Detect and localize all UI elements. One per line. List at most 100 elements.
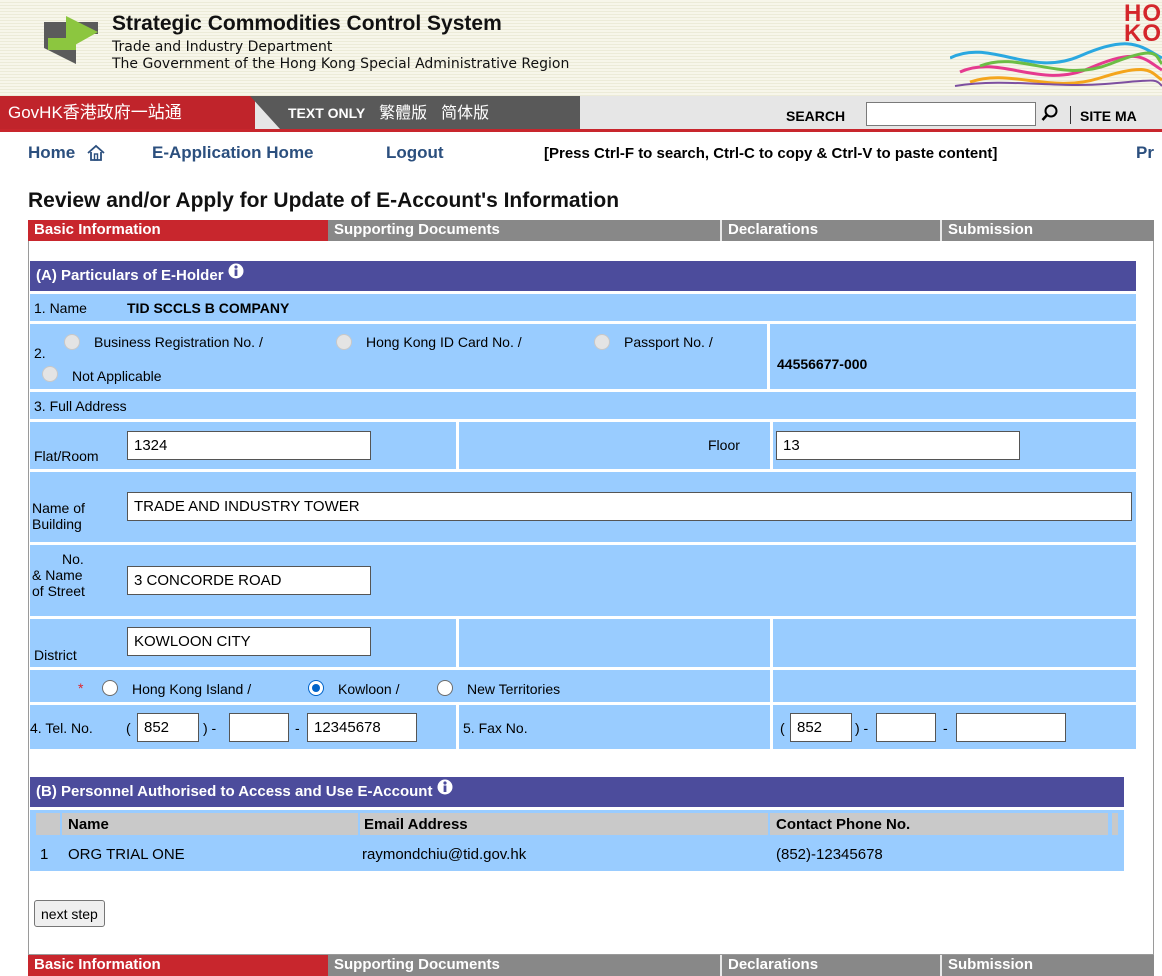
address-header-row [30, 392, 1136, 419]
step-submission[interactable]: Submission [942, 220, 1154, 241]
tel-number-input[interactable] [307, 713, 417, 742]
toolbar-divider [1070, 106, 1071, 124]
fax-paren-open: ( [780, 720, 785, 736]
text-only-link[interactable]: TEXT ONLY [288, 105, 365, 121]
section-a-header: (A) Particulars of E-Holder [30, 261, 1136, 291]
section-b-title: (B) Personnel Authorised to Access and U… [36, 783, 433, 800]
fax-paren-close: ) - [855, 720, 869, 736]
language-links: TEXT ONLY 繁體版 简体版 [288, 96, 499, 129]
column-header-phone: Contact Phone No. [776, 816, 911, 833]
section-b-header: (B) Personnel Authorised to Access and U… [30, 777, 1124, 807]
radio-hong-kong-island[interactable] [102, 680, 118, 696]
street-label-line-2: & Name [32, 567, 83, 583]
personnel-phone: (852)-12345678 [776, 846, 883, 863]
tel-paren-close: ) - [203, 720, 217, 736]
brand-waves-icon [950, 42, 1162, 87]
radio-new-territories[interactable] [437, 680, 453, 696]
district-empty-cell [459, 619, 770, 667]
id-label: 2. [34, 345, 46, 361]
home-link[interactable]: Home [28, 143, 75, 163]
radio-passport[interactable] [594, 334, 610, 350]
option-business-registration: Business Registration No. / [94, 334, 263, 350]
government-name: The Government of the Hong Kong Special … [112, 56, 570, 72]
fax-area-code-input[interactable] [876, 713, 936, 742]
district-input[interactable] [127, 627, 371, 656]
info-icon[interactable] [437, 779, 453, 795]
keyboard-hint: [Press Ctrl-F to search, Ctrl-C to copy … [544, 145, 998, 162]
top-navigation: Home E-Application Home Logout [Press Ct… [0, 143, 1162, 167]
step-tabs-top: Basic Information Supporting Documents D… [28, 220, 1154, 241]
fax-number-input[interactable] [956, 713, 1066, 742]
district-empty-cell-2 [773, 619, 1136, 667]
column-resize-handle[interactable] [1112, 813, 1118, 835]
e-application-home-link[interactable]: E-Application Home [152, 143, 314, 163]
site-banner: Strategic Commodities Control System Tra… [0, 0, 1162, 96]
region-empty-cell [773, 670, 1136, 702]
full-address-label: 3. Full Address [34, 398, 127, 414]
info-icon[interactable] [228, 263, 244, 279]
section-a-title: (A) Particulars of E-Holder [36, 267, 224, 284]
step-submission[interactable]: Submission [942, 955, 1154, 976]
tel-country-code-input[interactable] [137, 713, 199, 742]
radio-hong-kong-id[interactable] [336, 334, 352, 350]
column-header-email: Email Address [364, 816, 468, 833]
flat-room-input[interactable] [127, 431, 371, 460]
traditional-chinese-link[interactable]: 繁體版 [379, 103, 427, 122]
building-name-input[interactable] [127, 492, 1132, 521]
site-map-link[interactable]: SITE MA [1080, 96, 1137, 136]
tel-paren-open: ( [126, 720, 131, 736]
print-link[interactable]: Pr [1136, 143, 1154, 163]
govhk-toolbar: GovHK香港政府一站通 TEXT ONLY 繁體版 简体版 SEARCH SI… [0, 96, 1162, 132]
street-label: No. & Name of Street [32, 551, 85, 599]
govhk-link[interactable]: GovHK香港政府一站通 [0, 96, 255, 129]
department-name: Trade and Industry Department [112, 39, 333, 55]
street-label-line-3: of Street [32, 583, 85, 599]
step-basic-information[interactable]: Basic Information [28, 955, 328, 976]
step-basic-information[interactable]: Basic Information [28, 220, 328, 241]
logout-link[interactable]: Logout [386, 143, 444, 163]
govhk-label: GovHK [8, 103, 63, 122]
step-tabs-bottom: Basic Information Supporting Documents D… [28, 955, 1154, 976]
option-not-applicable: Not Applicable [72, 368, 162, 384]
simplified-chinese-link[interactable]: 简体版 [441, 103, 489, 122]
step-declarations[interactable]: Declarations [722, 955, 940, 976]
tel-area-code-input[interactable] [229, 713, 289, 742]
system-title: Strategic Commodities Control System [112, 12, 502, 35]
floor-input[interactable] [776, 431, 1020, 460]
search-input[interactable] [866, 102, 1036, 126]
search-icon [1041, 104, 1058, 121]
radio-business-registration[interactable] [64, 334, 80, 350]
building-label: Name of Building [32, 500, 85, 532]
radio-not-applicable[interactable] [42, 366, 58, 382]
step-declarations[interactable]: Declarations [722, 220, 940, 241]
street-label-line-1: No. [62, 551, 84, 567]
id-number-value: 44556677-000 [777, 356, 868, 372]
personnel-name: ORG TRIAL ONE [68, 846, 185, 863]
home-icon[interactable] [86, 143, 106, 163]
search-button[interactable] [1038, 102, 1062, 126]
street-input[interactable] [127, 566, 371, 595]
required-mark: * [78, 680, 84, 696]
option-hong-kong-island: Hong Kong Island / [132, 681, 252, 697]
tid-logo-icon [44, 16, 98, 64]
tel-label: 4. Tel. No. [30, 720, 93, 736]
tel-dash: - [295, 720, 300, 736]
personnel-email: raymondchiu@tid.gov.hk [362, 846, 527, 863]
floor-label: Floor [708, 437, 740, 453]
name-label: 1. Name [34, 300, 87, 316]
radio-kowloon[interactable] [308, 680, 324, 696]
name-value: TID SCCLS B COMPANY [127, 300, 290, 316]
step-supporting-documents[interactable]: Supporting Documents [328, 955, 720, 976]
step-supporting-documents[interactable]: Supporting Documents [328, 220, 720, 241]
search-label: SEARCH [786, 108, 846, 124]
page-title: Review and/or Apply for Update of E-Acco… [28, 189, 620, 212]
option-kowloon: Kowloon / [338, 681, 400, 697]
govhk-chinese-label: 香港政府一站通 [62, 103, 182, 123]
fax-label: 5. Fax No. [463, 720, 528, 736]
district-label: District [34, 647, 77, 663]
building-label-line-1: Name of [32, 500, 85, 516]
option-new-territories: New Territories [467, 681, 561, 697]
row-number: 1 [40, 846, 49, 863]
next-step-button[interactable]: next step [34, 900, 105, 927]
fax-country-code-input[interactable] [790, 713, 852, 742]
